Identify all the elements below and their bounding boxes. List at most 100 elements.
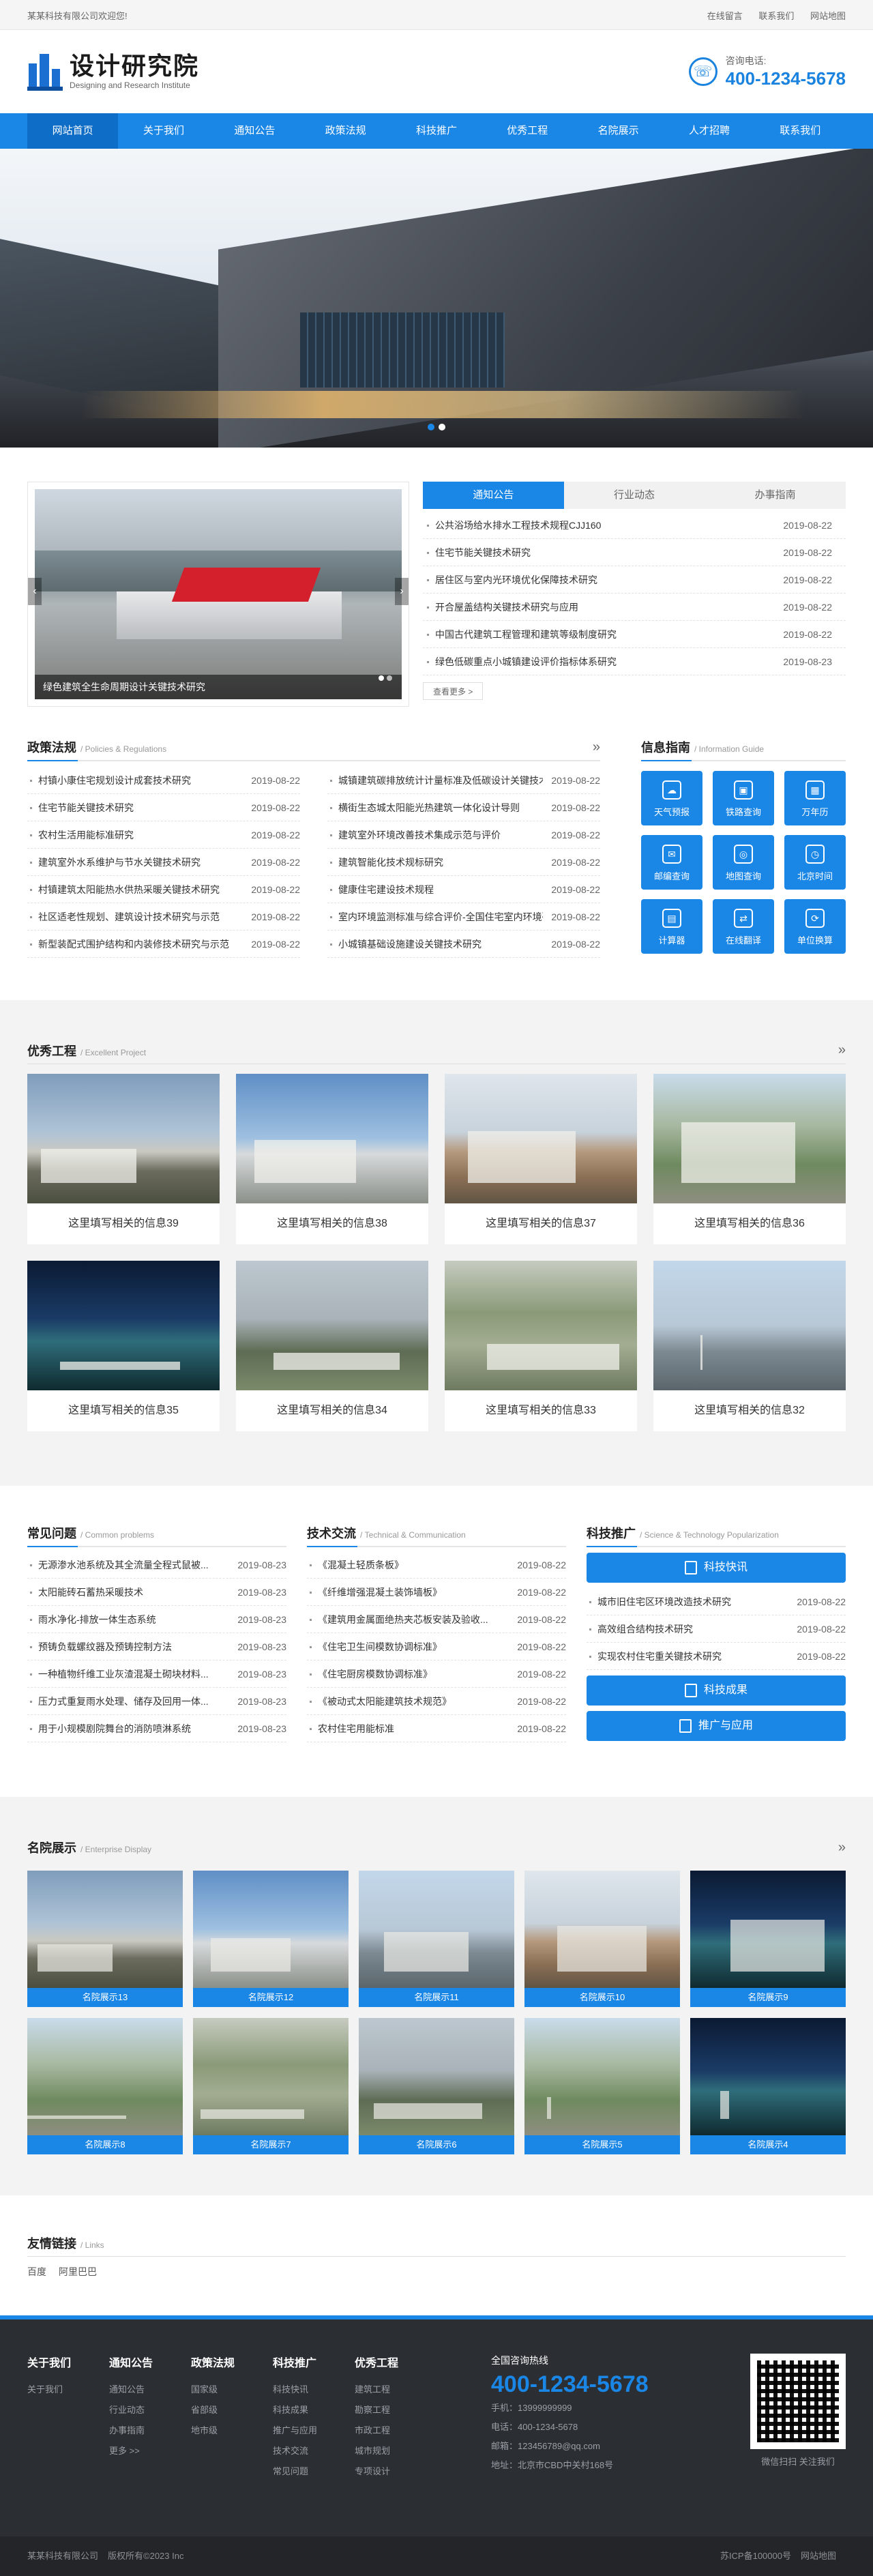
enterprise-card[interactable]: 名院展示5: [524, 2018, 680, 2154]
project-caption[interactable]: 这里填写相关的信息37: [445, 1203, 637, 1244]
project-image[interactable]: [445, 1074, 637, 1203]
project-image[interactable]: [236, 1261, 428, 1390]
footer-link[interactable]: 更多 >>: [109, 2441, 191, 2461]
friend-link[interactable]: 百度: [27, 2266, 46, 2277]
policy-item[interactable]: 城镇建筑碳排放统计计量标准及低碳设计关键技术研究 2019-08-22: [327, 767, 600, 794]
policy-more-icon[interactable]: »: [593, 740, 600, 755]
slide-image[interactable]: 绿色建筑全生命周期设计关键技术研究: [35, 489, 402, 699]
policy-item-title[interactable]: 建筑室外水系维护与节水关键技术研究: [38, 849, 243, 875]
footer-link[interactable]: 科技快讯: [273, 2380, 355, 2400]
faq-item-title[interactable]: 预铸负载螺纹器及预铸控制方法: [38, 1633, 229, 1660]
enterprise-card[interactable]: 名院展示13: [27, 1871, 183, 2007]
policy-item-title[interactable]: 住宅节能关键技术研究: [38, 794, 243, 821]
nav-item[interactable]: 网站首页: [27, 113, 119, 149]
faq-item-title[interactable]: 一种植物纤维工业灰渣混凝土砌块材料...: [38, 1660, 229, 1687]
enterprise-caption[interactable]: 名院展示5: [524, 2135, 680, 2154]
policy-item-title[interactable]: 小城镇基础设施建设关键技术研究: [338, 931, 543, 957]
news-item[interactable]: 开合屋盖结构关键技术研究与应用 2019-08-22: [423, 594, 846, 621]
tech-item-title[interactable]: 《混凝土轻质条板》: [318, 1551, 509, 1578]
enterprise-image[interactable]: [524, 2018, 680, 2135]
project-card[interactable]: 这里填写相关的信息38: [236, 1074, 428, 1244]
tech-item[interactable]: 《建筑用金属面绝热夹芯板安装及验收... 2019-08-22: [307, 1606, 566, 1633]
promo-item-title[interactable]: 实现农村住宅重关键技术研究: [597, 1643, 788, 1669]
policy-item[interactable]: 新型装配式围护结构和内装修技术研究与示范 2019-08-22: [27, 931, 300, 958]
policy-item[interactable]: 横街生态城太阳能光热建筑一体化设计导则 2019-08-22: [327, 794, 600, 821]
project-image[interactable]: [27, 1074, 220, 1203]
tech-news-button[interactable]: 科技快讯: [587, 1553, 846, 1583]
news-item-title[interactable]: 居住区与室内光环境优化保障技术研究: [435, 566, 597, 593]
policy-item[interactable]: 建筑室外水系维护与节水关键技术研究 2019-08-22: [27, 849, 300, 876]
promo-item-title[interactable]: 高效组合结构技术研究: [597, 1615, 788, 1642]
tab-guide[interactable]: 办事指南: [705, 482, 846, 509]
footer-link[interactable]: 办事指南: [109, 2420, 191, 2441]
faq-item-title[interactable]: 压力式重复雨水处理、储存及回用一体...: [38, 1688, 229, 1714]
tech-item[interactable]: 《住宅厨房模数协调标准》 2019-08-22: [307, 1660, 566, 1688]
link-contact[interactable]: 联系我们: [758, 11, 794, 21]
enterprise-caption[interactable]: 名院展示4: [690, 2135, 846, 2154]
faq-item[interactable]: 无源渗水池系统及其全流量全程式鼠被... 2019-08-23: [27, 1551, 286, 1579]
faq-item[interactable]: 雨水净化-排放一体生态系统 2019-08-23: [27, 1606, 286, 1633]
news-item[interactable]: 中国古代建筑工程管理和建筑等级制度研究 2019-08-22: [423, 621, 846, 648]
enterprise-caption[interactable]: 名院展示10: [524, 1988, 680, 2007]
faq-item[interactable]: 一种植物纤维工业灰渣混凝土砌块材料... 2019-08-23: [27, 1660, 286, 1688]
info-button[interactable]: ✉ 邮编查询: [641, 835, 702, 890]
enterprise-card[interactable]: 名院展示12: [193, 1871, 349, 2007]
footer-link[interactable]: 科技成果: [273, 2400, 355, 2420]
policy-item[interactable]: 农村生活用能标准研究 2019-08-22: [27, 821, 300, 849]
excellent-more-icon[interactable]: »: [838, 1042, 846, 1058]
info-button[interactable]: ☁ 天气预报: [641, 771, 702, 825]
nav-item[interactable]: 通知公告: [209, 113, 300, 149]
enterprise-image[interactable]: [690, 1871, 846, 1988]
tech-item[interactable]: 农村住宅用能标准 2019-08-22: [307, 1715, 566, 1742]
tech-item-title[interactable]: 《被动式太阳能建筑技术规范》: [318, 1688, 509, 1714]
enterprise-image[interactable]: [524, 1871, 680, 1988]
policy-item[interactable]: 村镇建筑太阳能热水供热采暖关键技术研究 2019-08-22: [27, 876, 300, 903]
enterprise-caption[interactable]: 名院展示8: [27, 2135, 183, 2154]
tab-industry[interactable]: 行业动态: [564, 482, 705, 509]
tech-item[interactable]: 《被动式太阳能建筑技术规范》 2019-08-22: [307, 1688, 566, 1715]
project-card[interactable]: 这里填写相关的信息34: [236, 1261, 428, 1431]
footer-link[interactable]: 地市级: [191, 2420, 273, 2441]
policy-item-title[interactable]: 室内环境监测标准与综合评价-全国住宅室内环境研究: [338, 903, 543, 930]
nav-item[interactable]: 政策法规: [300, 113, 391, 149]
footer-link[interactable]: 省部级: [191, 2400, 273, 2420]
info-button[interactable]: ⟳ 单位换算: [784, 899, 846, 954]
news-more-button[interactable]: 查看更多 >: [423, 682, 484, 700]
policy-item[interactable]: 健康住宅建设技术规程 2019-08-22: [327, 876, 600, 903]
enterprise-caption[interactable]: 名院展示9: [690, 1988, 846, 2007]
news-item[interactable]: 居住区与室内光环境优化保障技术研究 2019-08-22: [423, 566, 846, 594]
policy-item[interactable]: 社区适老性规划、建筑设计技术研究与示范 2019-08-22: [27, 903, 300, 931]
policy-item-title[interactable]: 建筑室外环境改善技术集成示范与评价: [338, 821, 543, 848]
faq-item-title[interactable]: 用于小规模剧院舞台的消防喷淋系统: [38, 1715, 229, 1742]
nav-item[interactable]: 优秀工程: [482, 113, 573, 149]
enterprise-card[interactable]: 名院展示4: [690, 2018, 846, 2154]
footer-link[interactable]: 行业动态: [109, 2400, 191, 2420]
enterprise-image[interactable]: [193, 2018, 349, 2135]
project-image[interactable]: [653, 1074, 846, 1203]
enterprise-card[interactable]: 名院展示10: [524, 1871, 680, 2007]
enterprise-caption[interactable]: 名院展示11: [359, 1988, 514, 2007]
footer-link[interactable]: 常见问题: [273, 2461, 355, 2482]
nav-item[interactable]: 科技推广: [391, 113, 482, 149]
banner-dot[interactable]: [439, 424, 445, 430]
faq-item-title[interactable]: 太阳能砖石蓄热采暖技术: [38, 1579, 229, 1605]
footer-link[interactable]: 通知公告: [109, 2380, 191, 2400]
project-card[interactable]: 这里填写相关的信息32: [653, 1261, 846, 1431]
project-card[interactable]: 这里填写相关的信息36: [653, 1074, 846, 1244]
project-caption[interactable]: 这里填写相关的信息32: [653, 1390, 846, 1431]
policy-item-title[interactable]: 村镇小康住宅规划设计成套技术研究: [38, 767, 243, 793]
info-button[interactable]: ◎ 地图查询: [713, 835, 774, 890]
slide-prev-icon[interactable]: ‹: [28, 578, 42, 605]
project-image[interactable]: [27, 1261, 220, 1390]
footer-link[interactable]: 专项设计: [355, 2461, 436, 2482]
news-item-title[interactable]: 开合屋盖结构关键技术研究与应用: [435, 594, 578, 620]
banner-dot[interactable]: [428, 424, 434, 430]
tech-item[interactable]: 《住宅卫生间模数协调标准》 2019-08-22: [307, 1633, 566, 1660]
faq-item[interactable]: 压力式重复雨水处理、储存及回用一体... 2019-08-23: [27, 1688, 286, 1715]
tech-item-title[interactable]: 《建筑用金属面绝热夹芯板安装及验收...: [318, 1606, 509, 1633]
project-caption[interactable]: 这里填写相关的信息34: [236, 1390, 428, 1431]
enterprise-caption[interactable]: 名院展示13: [27, 1988, 183, 2007]
policy-item-title[interactable]: 新型装配式围护结构和内装修技术研究与示范: [38, 931, 243, 957]
policy-item-title[interactable]: 村镇建筑太阳能热水供热采暖关键技术研究: [38, 876, 243, 903]
policy-item-title[interactable]: 健康住宅建设技术规程: [338, 876, 543, 903]
